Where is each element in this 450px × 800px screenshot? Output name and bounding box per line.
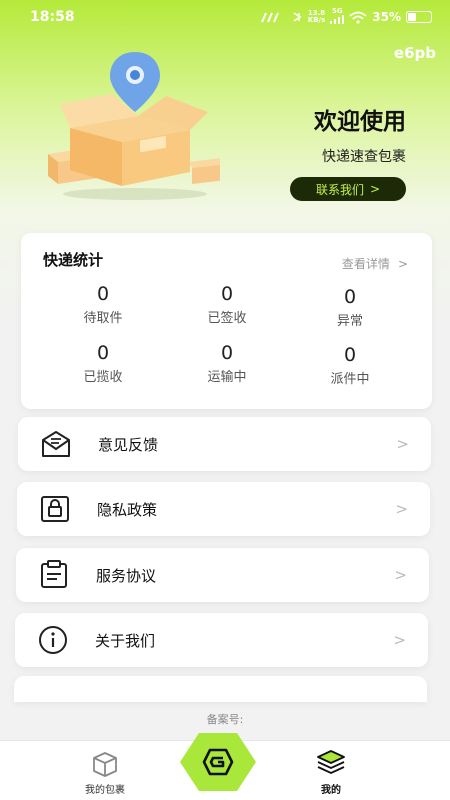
- stat-count: 0: [220, 342, 234, 364]
- privacy-lock-icon: [41, 496, 69, 522]
- chevron-right-icon: >: [397, 256, 408, 271]
- stat-label: 运输中: [207, 370, 247, 385]
- stat-pending-pickup[interactable]: 0 待取件: [43, 283, 163, 326]
- chevron-right-icon: >: [393, 631, 406, 649]
- tab-mine[interactable]: 我的: [286, 741, 376, 800]
- tab-my-packages[interactable]: 我的包裹: [60, 741, 150, 800]
- vibrate-icon: [293, 12, 302, 22]
- stat-in-transit[interactable]: 0 运输中: [167, 342, 287, 385]
- user-id: e6pb: [393, 44, 436, 62]
- contact-us-label: 联系我们: [315, 182, 364, 197]
- stat-count: 0: [96, 283, 110, 305]
- net-speed: 13.8 KB/s: [307, 9, 326, 24]
- stat-collected[interactable]: 0 已揽收: [43, 342, 163, 385]
- menu-label: 关于我们: [95, 631, 156, 650]
- menu-label: 意见反馈: [98, 435, 159, 454]
- chevron-right-icon: >: [394, 566, 407, 584]
- chevron-right-icon: >: [395, 500, 408, 518]
- package-location-illustration: [48, 52, 220, 200]
- center-logo-icon: [202, 748, 234, 776]
- menu-label: 服务协议: [96, 566, 157, 585]
- layers-icon: [317, 750, 345, 774]
- signal-block: 5G: [330, 8, 345, 26]
- menu-item-partial[interactable]: [14, 676, 427, 702]
- info-icon: [39, 626, 67, 654]
- status-bar: 18:58 13.8 KB/s 5G 35%: [0, 0, 450, 34]
- chevron-right-icon: >: [369, 182, 381, 196]
- menu-label: 隐私政策: [97, 500, 158, 519]
- menu-item-feedback[interactable]: 意见反馈 >: [18, 417, 431, 471]
- battery-percent: 35%: [372, 10, 401, 24]
- menu-item-about-us[interactable]: 关于我们 >: [15, 613, 428, 667]
- contact-us-button[interactable]: 联系我们 >: [290, 177, 406, 201]
- package-box-icon: [93, 752, 117, 777]
- tab-label: 我的包裹: [85, 785, 125, 796]
- menu-item-privacy-policy[interactable]: 隐私政策 >: [17, 482, 430, 536]
- stat-label: 派件中: [330, 372, 370, 387]
- chevron-right-icon: >: [396, 435, 409, 453]
- feedback-mail-icon: [42, 431, 70, 457]
- view-details-link[interactable]: 查看详情 >: [342, 255, 408, 272]
- stat-count: 0: [220, 283, 234, 305]
- status-time: 18:58: [30, 9, 75, 25]
- stat-count: 0: [343, 344, 357, 366]
- view-details-label: 查看详情: [341, 257, 390, 271]
- welcome-title: 欢迎使用: [314, 109, 406, 135]
- battery-icon: [406, 11, 432, 23]
- stat-out-for-delivery[interactable]: 0 派件中: [290, 344, 410, 387]
- stat-count: 0: [96, 342, 110, 364]
- stat-label: 已签收: [207, 311, 247, 326]
- icp-record-label: 备案号:: [206, 713, 244, 726]
- status-indicators: 13.8 KB/s 5G 35%: [260, 8, 432, 26]
- stat-label: 异常: [336, 314, 363, 329]
- stat-label: 待取件: [83, 311, 123, 326]
- menu-item-service-agreement[interactable]: 服务协议 >: [16, 548, 429, 602]
- stat-label: 已揽收: [83, 370, 123, 385]
- wifi-icon: [349, 11, 367, 24]
- tab-label: 我的: [321, 785, 341, 796]
- nfc-icon: [260, 12, 279, 23]
- stat-signed[interactable]: 0 已签收: [167, 283, 287, 326]
- stat-exception[interactable]: 0 异常: [290, 286, 410, 329]
- express-stats-card: 快递统计 查看详情 > 0 待取件 0 已签收 0 异常 0 已揽收 0 运输中…: [21, 233, 432, 409]
- stats-title: 快递统计: [43, 251, 104, 269]
- stat-count: 0: [343, 286, 357, 308]
- agreement-doc-icon: [41, 560, 67, 588]
- welcome-subtitle: 快递速查包裹: [322, 149, 406, 165]
- signal-icon: [330, 15, 345, 24]
